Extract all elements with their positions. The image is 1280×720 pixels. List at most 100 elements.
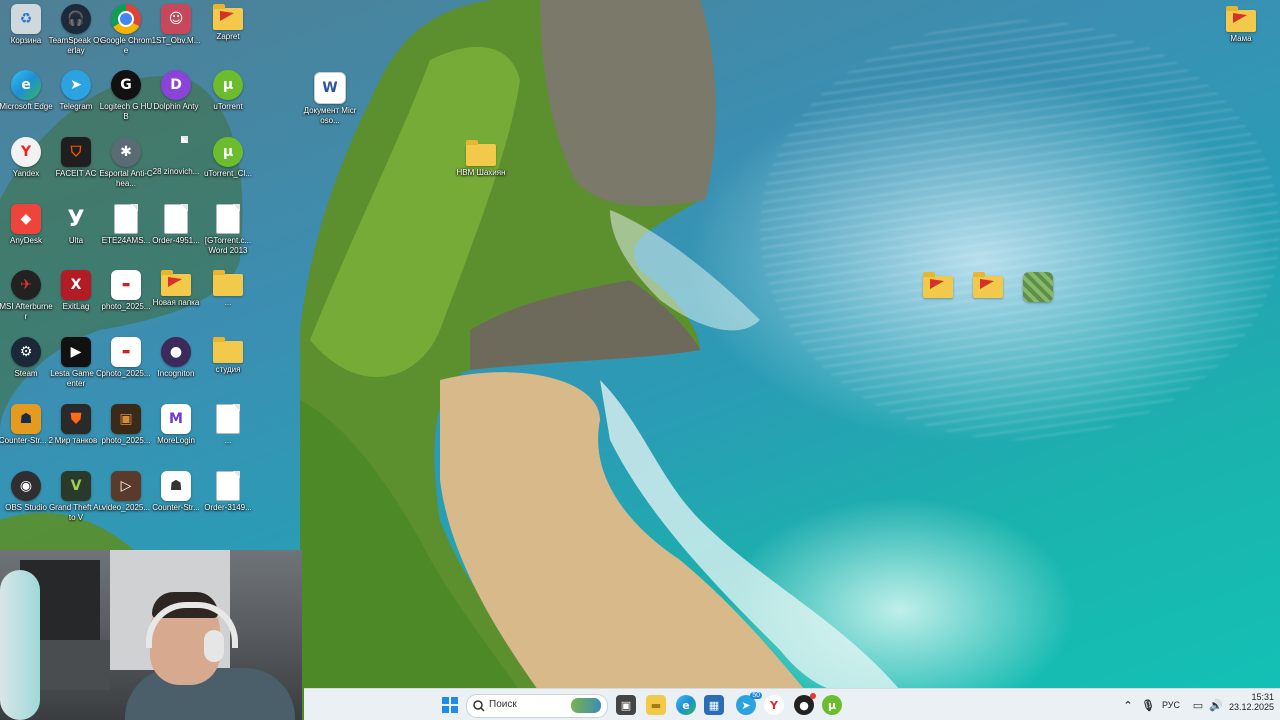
- taskbar-edge[interactable]: e: [676, 695, 696, 715]
- desktop-icon-label: Документ Microso...: [303, 106, 357, 125]
- taskbar-utorrent[interactable]: µ: [822, 695, 842, 715]
- desktop-icon-logitech[interactable]: G Logitech G HUB: [98, 70, 154, 122]
- desktop-icon-edge[interactable]: e Microsoft Edge: [0, 70, 54, 112]
- tray-microphone[interactable]: 🎙: [1138, 695, 1158, 715]
- folder-icon: [466, 140, 496, 166]
- desktop-icon-unnamed-folder-1[interactable]: [910, 272, 966, 298]
- webcam-overlay: [0, 550, 302, 720]
- desktop-icon-photo-3[interactable]: ▣ photo_2025...: [98, 404, 154, 446]
- desktop-icon-photo-2[interactable]: ▬ photo_2025...: [98, 337, 154, 379]
- tray-clock[interactable]: 15:31 23.12.2025: [1228, 692, 1274, 712]
- desktop-icon-1st-obv[interactable]: ☺ 1ST_Obv.M...: [148, 4, 204, 46]
- taskbar-store[interactable]: ▦: [704, 695, 724, 715]
- desktop-icon-new-folder[interactable]: Новая папка: [148, 270, 204, 308]
- desktop-icon-mir-tankov[interactable]: ⛊ Мир танков: [48, 404, 104, 446]
- desktop-icon-order-4951[interactable]: Order-4951...: [148, 204, 204, 246]
- desktop-icon-recycle-bin[interactable]: ♻ Корзина: [0, 4, 54, 46]
- tray-overflow-button[interactable]: ⌃: [1118, 695, 1138, 715]
- desktop-icon-word-doc[interactable]: W Документ Microso...: [302, 72, 358, 126]
- desktop-icon-label: Counter-Str... 2: [0, 436, 54, 445]
- folder-icon: [973, 272, 1003, 298]
- image-thumbnail-icon: ☺: [161, 4, 191, 34]
- desktop-icon-label: Esportal Anti-Chea...: [99, 169, 153, 188]
- desktop-icon-label: Microsoft Edge: [0, 102, 53, 111]
- file-icon: [165, 136, 188, 165]
- desktop-icon-esportal[interactable]: ✱ Esportal Anti-Chea...: [98, 137, 154, 189]
- desktop-icon-gtorrent[interactable]: [GTorrent.c... Word 2013: [200, 204, 256, 256]
- desktop-icon-video[interactable]: ▷ video_2025...: [98, 471, 154, 513]
- anydesk-icon: ◆: [11, 204, 41, 234]
- edge-icon: e: [682, 698, 690, 712]
- utorrent-icon: µ: [827, 698, 837, 712]
- desktop-icon-exitlag[interactable]: X ExitLag: [48, 270, 104, 312]
- desktop-icon-photo-1[interactable]: ▬ photo_2025...: [98, 270, 154, 312]
- desktop-icon-telegram[interactable]: ➤ Telegram: [48, 70, 104, 112]
- desktop-icon-msi-afterburner[interactable]: ✈ MSI Afterburner: [0, 270, 54, 322]
- desktop-icon-unnamed-image[interactable]: [1010, 272, 1066, 302]
- chevron-up-icon: ⌃: [1123, 698, 1133, 712]
- desktop-icon-obs[interactable]: ◉ OBS Studio: [0, 471, 54, 513]
- desktop-icon-label: Incogniton: [157, 369, 195, 378]
- torrent-file-icon: [216, 204, 240, 234]
- desktop-icon-chrome[interactable]: Google Chrome: [98, 4, 154, 56]
- tray-volume[interactable]: 🔊: [1206, 695, 1226, 715]
- desktop-icon-zapret[interactable]: Zapret: [200, 4, 256, 42]
- taskbar-teamspeak[interactable]: ●: [794, 693, 816, 715]
- incogniton-icon: ●: [161, 337, 191, 367]
- desktop-icon-incogniton[interactable]: ● Incogniton: [148, 337, 204, 379]
- taskbar-search[interactable]: Поиск: [466, 694, 608, 718]
- desktop-icon-label: MSI Afterburner: [0, 302, 53, 321]
- desktop-icon-teamspeak[interactable]: 🎧 TeamSpeak Overlay: [48, 4, 104, 56]
- desktop-icon-utorrent[interactable]: µ uTorrent: [200, 70, 256, 112]
- desktop-icon-unnamed-folder-2[interactable]: [960, 272, 1016, 298]
- desktop-icon-gta[interactable]: V Grand Theft Auto V: [48, 471, 104, 523]
- desktop-icon-label: FACEIT AC: [55, 169, 97, 178]
- desktop-icon-28-zinovich[interactable]: 28 zinovich...: [148, 136, 204, 177]
- folder-icon: [923, 272, 953, 298]
- file-icon: [164, 204, 188, 234]
- image-thumbnail-icon: [1023, 272, 1053, 302]
- desktop-icon-label: Telegram: [59, 102, 93, 111]
- taskbar-telegram[interactable]: ➤ 50: [736, 692, 762, 715]
- desktop-icon-label: Order-4951...: [152, 236, 200, 245]
- task-view-icon: ▣: [620, 698, 632, 712]
- desktop-icon-lesta[interactable]: ▶ Lesta Game Center: [48, 337, 104, 389]
- desktop-icon-order-3149[interactable]: Order-3149...: [200, 471, 256, 513]
- desktop-icon-cs2[interactable]: ☗ Counter-Str... 2: [0, 404, 54, 446]
- desktop-icon-faceit[interactable]: ⛉ FACEIT AC: [48, 137, 104, 179]
- desktop-icon-mama-folder[interactable]: Мама: [1213, 6, 1269, 44]
- desktop-icon-morelogin[interactable]: M MoreLogin: [148, 404, 204, 446]
- utorrent-icon: µ: [213, 137, 243, 167]
- start-button[interactable]: [440, 695, 460, 715]
- desktop-icon-label: Zapret: [216, 32, 240, 41]
- desktop-icon-label: ExitLag: [62, 302, 90, 311]
- search-highlight-icon: [571, 698, 601, 713]
- desktop-icon-label: Мир танков: [54, 436, 98, 445]
- desktop-icon-file-2[interactable]: ...: [200, 404, 256, 446]
- recycle-bin-icon: ♻: [11, 4, 41, 34]
- search-icon: [473, 700, 485, 712]
- desktop-icon-anydesk[interactable]: ◆ AnyDesk: [0, 204, 54, 246]
- desktop-icon-dolphin[interactable]: D Dolphin Anty: [148, 70, 204, 112]
- desktop-icon-label: ...: [224, 436, 232, 445]
- desktop-icon-label: OBS Studio: [5, 503, 47, 512]
- desktop-icon-studio[interactable]: студия: [200, 337, 256, 375]
- taskbar-yandex[interactable]: Y: [764, 695, 784, 715]
- task-view-button[interactable]: ▣: [616, 695, 636, 715]
- desktop-icon-steam[interactable]: ⚙ Steam: [0, 337, 54, 379]
- speaker-icon: 🔊: [1209, 698, 1223, 712]
- tray-display[interactable]: ▭: [1188, 695, 1208, 715]
- desktop-icon-label: ETE24AMS...: [101, 236, 151, 245]
- desktop-icon-folder-2[interactable]: ...: [200, 270, 256, 308]
- desktop-icon-utorrent-cl[interactable]: µ uTorrent_Cl...: [200, 137, 256, 179]
- taskbar-file-explorer[interactable]: ▬: [646, 695, 666, 715]
- folder-icon: [213, 270, 243, 296]
- desktop-icon-hbm-folder[interactable]: HBM Шахиян: [453, 140, 509, 178]
- desktop-icon-ulta[interactable]: У Ulta: [48, 204, 104, 246]
- desktop-icon-counter-str[interactable]: ☗ Counter-Str...: [148, 471, 204, 513]
- desktop-icon-yandex[interactable]: Y Yandex: [0, 137, 54, 179]
- edge-icon: e: [11, 70, 41, 100]
- language-indicator[interactable]: РУС: [1162, 700, 1180, 710]
- search-placeholder: Поиск: [489, 699, 517, 710]
- desktop-icon-ete24ams[interactable]: ETE24AMS...: [98, 204, 154, 246]
